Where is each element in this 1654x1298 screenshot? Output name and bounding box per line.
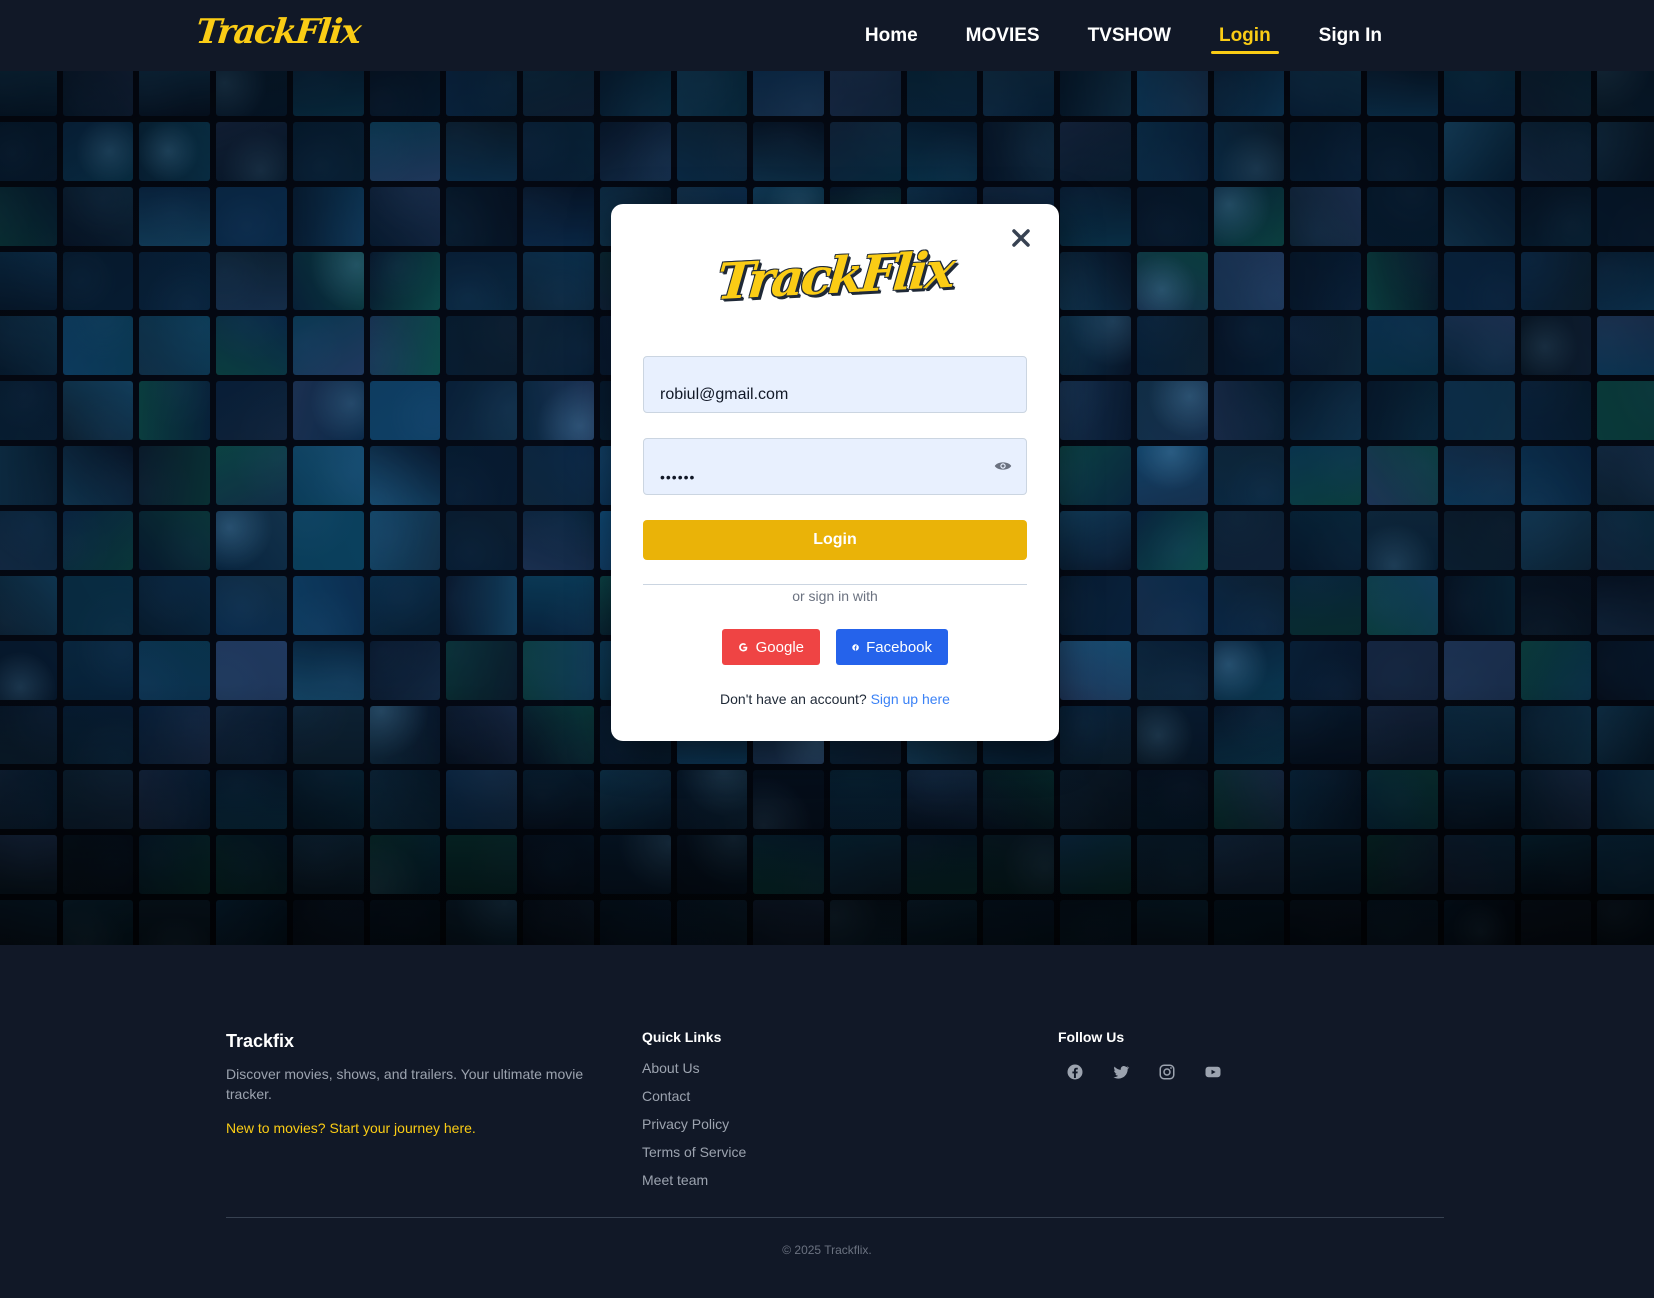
facebook-login-button[interactable]: Facebook <box>836 629 948 665</box>
footer-brand: Trackfix <box>226 1031 295 1051</box>
modal-logo: TrackFlix <box>611 240 1059 311</box>
eye-icon[interactable] <box>994 459 1012 473</box>
signup-link[interactable]: Sign up here <box>871 691 950 707</box>
signup-prompt: Don't have an account? <box>720 691 867 707</box>
signup-prompt-line: Don't have an account? Sign up here <box>611 691 1059 707</box>
brand-logo[interactable]: TrackFlix <box>194 12 362 52</box>
instagram-icon[interactable] <box>1158 1063 1176 1081</box>
google-icon <box>739 642 748 651</box>
quick-links-heading: Quick Links <box>642 1029 722 1045</box>
nav-movies-link[interactable]: MOVIES <box>942 0 1064 71</box>
facebook-label: Facebook <box>866 638 932 656</box>
copyright-text: © 2025 Trackflix. <box>782 1243 872 1257</box>
top-navbar: TrackFlix Home MOVIES TVSHOW Login Sign … <box>0 0 1654 71</box>
main-nav: Home MOVIES TVSHOW Login Sign In <box>841 0 1406 71</box>
footer-divider <box>226 1217 1444 1218</box>
footer-link-about[interactable]: About Us <box>642 1054 746 1082</box>
nav-home-link[interactable]: Home <box>841 0 942 71</box>
footer-description: Discover movies, shows, and trailers. Yo… <box>226 1066 584 1102</box>
footer-link-terms[interactable]: Terms of Service <box>642 1138 746 1166</box>
footer-cta-link[interactable]: New to movies? Start your journey here. <box>226 1120 596 1136</box>
follow-heading: Follow Us <box>1058 1029 1125 1045</box>
footer-about-column: Trackfix Discover movies, shows, and tra… <box>226 1029 596 1136</box>
footer-link-contact[interactable]: Contact <box>642 1082 746 1110</box>
nav-signin-link[interactable]: Sign In <box>1295 0 1406 71</box>
divider <box>643 584 1027 585</box>
google-login-button[interactable]: Google <box>722 629 820 665</box>
footer-follow-column: Follow Us <box>1058 1029 1222 1081</box>
footer-link-meet-team[interactable]: Meet team <box>642 1166 746 1194</box>
divider-text: or sign in with <box>792 588 878 604</box>
twitter-icon[interactable] <box>1112 1063 1130 1081</box>
youtube-icon[interactable] <box>1204 1063 1222 1081</box>
email-field-wrapper <box>643 356 1027 413</box>
footer-link-privacy[interactable]: Privacy Policy <box>642 1110 746 1138</box>
social-login-group: Google Facebook <box>611 629 1059 665</box>
footer-quick-links-column: Quick Links About Us Contact Privacy Pol… <box>642 1029 746 1194</box>
site-footer: Trackfix Discover movies, shows, and tra… <box>0 945 1654 1298</box>
password-field[interactable] <box>644 439 1026 494</box>
facebook-icon <box>852 643 859 651</box>
facebook-icon[interactable] <box>1066 1063 1084 1081</box>
password-field-wrapper <box>643 438 1027 495</box>
nav-tvshow-link[interactable]: TVSHOW <box>1064 0 1195 71</box>
hero-background: TrackFlix Login or sign in with Google <box>0 71 1654 945</box>
quick-links-list: About Us Contact Privacy Policy Terms of… <box>642 1054 746 1194</box>
modal-logo-text: TrackFlix <box>714 239 956 312</box>
login-modal: TrackFlix Login or sign in with Google <box>611 204 1059 741</box>
nav-login-link[interactable]: Login <box>1195 0 1295 71</box>
email-field[interactable] <box>644 357 1026 412</box>
login-button[interactable]: Login <box>643 520 1027 560</box>
social-icons <box>1058 1063 1222 1081</box>
google-label: Google <box>755 638 804 656</box>
